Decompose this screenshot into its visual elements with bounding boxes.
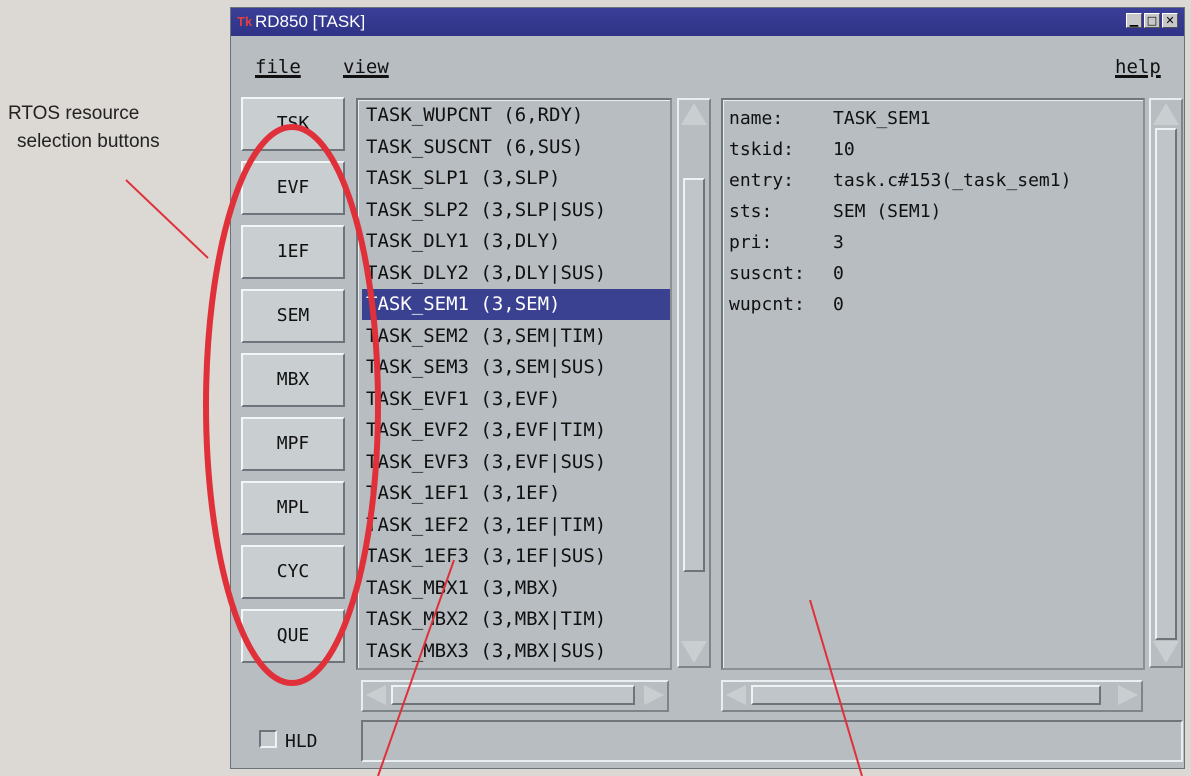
detail-key: tskid: (729, 139, 795, 160)
detail-horizontal-scrollbar[interactable] (721, 680, 1143, 712)
scroll-thumb[interactable] (751, 685, 1101, 705)
detail-row: entry: task.c#153(_task_sem1) (729, 170, 1071, 191)
scroll-thumb[interactable] (391, 685, 635, 705)
task-list-item[interactable]: TASK_EVF1 (3,EVF) (366, 384, 560, 415)
task-list-item[interactable]: TASK_DLY2 (3,DLY|SUS) (366, 258, 606, 289)
menu-help[interactable]: help (1115, 56, 1161, 78)
task-list-item[interactable]: TASK_EVF2 (3,EVF|TIM) (366, 415, 606, 446)
scroll-thumb[interactable] (1155, 128, 1177, 640)
detail-row: suscnt: 0 (729, 263, 844, 284)
resource-button-mbx[interactable]: MBX (241, 353, 345, 407)
task-list-item[interactable]: TASK_SLP2 (3,SLP|SUS) (366, 195, 606, 226)
scroll-left-arrow-icon[interactable] (366, 685, 386, 705)
task-list-horizontal-scrollbar[interactable] (361, 680, 669, 712)
menu-file-label: file (255, 56, 301, 78)
task-list-item[interactable]: TASK_MBX1 (3,MBX) (366, 573, 560, 604)
task-list-item[interactable]: TASK_SEM1 (3,SEM) (362, 289, 670, 320)
task-list-item[interactable]: TASK_SLP1 (3,SLP) (366, 163, 560, 194)
detail-row: tskid: 10 (729, 139, 855, 160)
detail-value: 0 (833, 263, 844, 284)
task-list-vertical-scrollbar[interactable] (677, 98, 711, 668)
detail-row: pri: 3 (729, 232, 844, 253)
window-controls: ▁ □ ✕ (1126, 13, 1178, 28)
resource-button-1ef[interactable]: 1EF (241, 225, 345, 279)
resource-button-cyc[interactable]: CYC (241, 545, 345, 599)
resource-button-evf[interactable]: EVF (241, 161, 345, 215)
task-list[interactable]: TASK_WUPCNT (6,RDY) TASK_SUSCNT (6,SUS) TA… (356, 98, 672, 670)
task-list-item[interactable]: TASK_1EF1 (3,1EF) (366, 478, 560, 509)
resource-button-mpl[interactable]: MPL (241, 481, 345, 535)
menu-help-label: help (1115, 56, 1161, 78)
annotation-line-2: selection buttons (17, 131, 160, 152)
close-icon[interactable]: ✕ (1162, 13, 1178, 28)
scroll-down-arrow-icon[interactable] (681, 641, 707, 663)
detail-key: sts: (729, 201, 773, 222)
scroll-up-arrow-icon[interactable] (681, 103, 707, 125)
menu-view-label: view (343, 56, 389, 78)
maximize-icon[interactable]: □ (1144, 13, 1160, 28)
checkbox-icon[interactable] (259, 730, 277, 748)
scroll-up-arrow-icon[interactable] (1153, 103, 1179, 125)
task-list-item[interactable]: TASK_SEM3 (3,SEM|SUS) (366, 352, 606, 383)
scroll-left-arrow-icon[interactable] (726, 685, 746, 705)
hold-label: HLD (285, 731, 318, 752)
window-title: RD850 [TASK] (255, 12, 366, 31)
task-list-item[interactable]: TASK_1EF2 (3,1EF|TIM) (366, 510, 606, 541)
tk-app-icon: Tk (237, 14, 253, 29)
detail-row: wupcnt: 0 (729, 294, 844, 315)
detail-vertical-scrollbar[interactable] (1149, 98, 1183, 668)
detail-key: wupcnt: (729, 294, 805, 315)
scroll-right-arrow-icon[interactable] (644, 685, 664, 705)
task-list-item[interactable]: TASK_1EF3 (3,1EF|SUS) (366, 541, 606, 572)
status-field (361, 720, 1183, 762)
annotation-pointer-buttons (125, 179, 209, 259)
annotation-line-1: RTOS resource (8, 103, 140, 124)
task-list-item[interactable]: TASK_SEM2 (3,SEM|TIM) (366, 321, 606, 352)
detail-row: name: TASK_SEM1 (729, 108, 931, 129)
task-list-item[interactable]: TASK_MBX2 (3,MBX|TIM) (366, 604, 606, 635)
detail-value: 3 (833, 232, 844, 253)
detail-key: suscnt: (729, 263, 805, 284)
task-list-item[interactable]: TASK_DLY1 (3,DLY) (366, 226, 560, 257)
detail-value: 10 (833, 139, 855, 160)
scroll-right-arrow-icon[interactable] (1118, 685, 1138, 705)
detail-value: task.c#153(_task_sem1) (833, 170, 1072, 191)
detail-row: sts: SEM (SEM1) (729, 201, 941, 222)
detail-value: TASK_SEM1 (833, 108, 931, 129)
annotation-caption: RTOS resource selection buttons (8, 100, 218, 156)
task-list-item[interactable]: TASK_MBX3 (3,MBX|SUS) (366, 636, 606, 667)
resource-button-sem[interactable]: SEM (241, 289, 345, 343)
detail-value: 0 (833, 294, 844, 315)
resource-button-mpf[interactable]: MPF (241, 417, 345, 471)
task-detail-panel: name: TASK_SEM1 tskid: 10 entry: task.c#153(_… (721, 98, 1145, 670)
task-list-item[interactable]: TASK_EVF3 (3,EVF|SUS) (366, 447, 606, 478)
scroll-down-arrow-icon[interactable] (1153, 641, 1179, 663)
app-window: Tk RD850 [TASK] ▁ □ ✕ file view help TSK… (230, 7, 1185, 769)
menu-bar: file view help (231, 48, 1184, 82)
title-bar[interactable]: Tk RD850 [TASK] ▁ □ ✕ (231, 8, 1184, 36)
menu-file[interactable]: file (255, 56, 301, 78)
resource-button-que[interactable]: QUE (241, 609, 345, 663)
detail-key: name: (729, 108, 784, 129)
scroll-thumb[interactable] (683, 178, 705, 572)
detail-value: SEM (SEM1) (833, 201, 942, 222)
task-list-item[interactable]: TASK_WUPCNT (6,RDY) (366, 100, 583, 131)
detail-key: pri: (729, 232, 773, 253)
task-list-item[interactable]: TASK_SUSCNT (6,SUS) (366, 132, 583, 163)
detail-key: entry: (729, 170, 795, 191)
menu-view[interactable]: view (343, 56, 389, 78)
minimize-icon[interactable]: ▁ (1126, 13, 1142, 28)
hold-checkbox[interactable]: HLD (259, 730, 318, 752)
resource-button-tsk[interactable]: TSK (241, 97, 345, 151)
